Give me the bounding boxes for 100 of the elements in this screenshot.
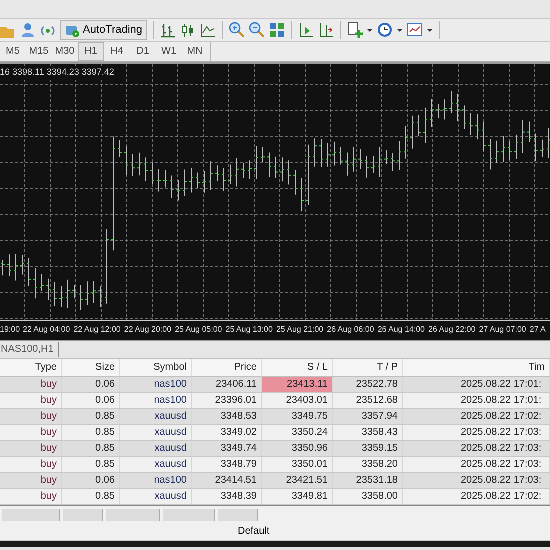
table-cell: 23512.68 [333, 393, 403, 408]
table-cell: 3358.00 [333, 489, 403, 504]
table-cell: nas100 [120, 377, 192, 392]
chart-ohlc-readout: 16 3398.11 3394.23 3397.42 [0, 66, 116, 80]
time-axis-label: 22 Aug 20:00 [124, 324, 172, 336]
column-header[interactable]: Price [192, 359, 262, 376]
table-cell: buy [0, 489, 62, 504]
table-cell: 0.85 [62, 489, 120, 504]
table-cell: 3357.94 [333, 409, 403, 424]
table-cell: buy [0, 409, 62, 424]
table-cell: 2025.08.22 17:03: [403, 441, 550, 456]
table-cell: 23421.51 [262, 473, 333, 488]
table-cell: 3350.01 [262, 457, 333, 472]
timeframe-button[interactable]: H1 [78, 42, 104, 61]
timeframe-button[interactable]: M15 [26, 42, 52, 61]
table-cell: 0.06 [62, 377, 120, 392]
column-header[interactable]: T / P [333, 359, 403, 376]
table-cell: xauusd [120, 489, 192, 504]
timeframe-button[interactable]: D1 [130, 42, 156, 61]
terminal-tab[interactable] [63, 508, 103, 520]
time-axis-label: 22 Aug 04:00 [23, 324, 70, 336]
table-cell: 3359.15 [333, 441, 403, 456]
table-cell: 3350.96 [262, 441, 333, 456]
table-cell: 3348.79 [192, 457, 262, 472]
column-header[interactable]: Size [62, 359, 120, 376]
zoom-in-icon[interactable] [228, 22, 245, 38]
table-cell: 3350.24 [262, 425, 333, 440]
table-cell: 0.85 [62, 409, 120, 424]
table-cell: 0.85 [62, 457, 120, 472]
time-axis-label: 27 Aug 07:00 [479, 324, 526, 336]
table-cell: 2025.08.22 17:02: [403, 409, 550, 424]
table-cell: 0.85 [62, 441, 120, 456]
time-axis-label: 22 Aug 12:00 [74, 324, 121, 336]
table-cell: 3349.02 [192, 425, 262, 440]
table-cell: 3348.53 [192, 409, 262, 424]
column-header[interactable]: Tim [403, 359, 550, 376]
table-cell: xauusd [120, 441, 192, 456]
time-axis-label: 25 Aug 21:00 [276, 324, 324, 336]
table-cell: 2025.08.22 17:02: [403, 489, 550, 504]
zoom-out-icon[interactable] [248, 22, 265, 38]
time-axis-label: 26 Aug 22:00 [428, 324, 476, 336]
table-cell: xauusd [120, 409, 192, 424]
autotrading-button[interactable]: AutoTrading [60, 20, 147, 40]
clock-icon[interactable] [376, 22, 403, 38]
timeframe-button[interactable]: MN [182, 42, 208, 61]
table-cell: 23403.01 [262, 393, 333, 408]
table-cell: buy [0, 457, 62, 472]
table-cell: 3349.81 [262, 489, 333, 504]
time-axis-label: 19:00 [0, 324, 20, 336]
chart-shift-icon[interactable] [318, 22, 334, 38]
table-cell: 23531.18 [333, 473, 403, 488]
auto-scroll-icon[interactable] [298, 22, 314, 38]
table-cell: 3358.43 [333, 425, 403, 440]
table-cell: buy [0, 473, 62, 488]
line-chart-icon[interactable] [200, 22, 216, 38]
template-icon[interactable] [406, 22, 433, 38]
table-cell: 3348.39 [192, 489, 262, 504]
table-cell: buy [0, 377, 62, 392]
table-cell: 3349.74 [192, 441, 262, 456]
time-axis-label: 25 Aug 13:00 [226, 324, 273, 336]
column-header[interactable]: Type [0, 359, 62, 376]
timeframe-button[interactable]: H4 [104, 42, 130, 61]
profile-label: Default [238, 525, 270, 539]
time-axis-label: 26 Aug 06:00 [327, 324, 374, 336]
table-cell: 2025.08.22 17:01: [403, 393, 550, 408]
table-cell: 23413.11 [262, 377, 333, 392]
table-cell: 2025.08.22 17:03: [403, 473, 550, 488]
table-cell: 2025.08.22 17:03: [403, 457, 550, 472]
table-cell: 3349.75 [262, 409, 333, 424]
table-cell: 0.06 [62, 473, 120, 488]
table-cell: 2025.08.22 17:03: [403, 425, 550, 440]
table-cell: 3358.20 [333, 457, 403, 472]
candlestick-icon[interactable] [180, 22, 196, 38]
timeframe-button[interactable]: M5 [0, 42, 26, 61]
table-cell: 0.85 [62, 425, 120, 440]
table-cell: nas100 [120, 393, 192, 408]
user-icon[interactable] [20, 22, 36, 38]
table-cell: 23396.01 [192, 393, 262, 408]
table-cell: buy [0, 393, 62, 408]
chart-tab[interactable]: NAS100,H1 [0, 342, 59, 357]
table-cell: 0.06 [62, 393, 120, 408]
column-header[interactable]: Symbol [120, 359, 192, 376]
table-cell: xauusd [120, 425, 192, 440]
time-axis-label: 27 A [530, 324, 546, 336]
timeframe-button[interactable]: M30 [52, 42, 78, 61]
bar-chart-icon[interactable] [160, 22, 176, 38]
table-cell: 2025.08.22 17:01: [403, 377, 550, 392]
timeframe-button[interactable]: W1 [156, 42, 182, 61]
new-order-icon[interactable] [346, 22, 373, 38]
time-axis-label: 25 Aug 05:00 [175, 324, 222, 336]
table-cell: buy [0, 425, 62, 440]
column-header[interactable]: S / L [262, 359, 333, 376]
tile-windows-icon[interactable] [268, 22, 285, 38]
table-cell: 23414.51 [192, 473, 262, 488]
table-cell: xauusd [120, 457, 192, 472]
table-cell: 23522.78 [333, 377, 403, 392]
table-cell: nas100 [120, 473, 192, 488]
terminal-tab[interactable] [218, 508, 258, 520]
time-axis-label: 26 Aug 14:00 [378, 324, 425, 336]
table-cell: buy [0, 441, 62, 456]
